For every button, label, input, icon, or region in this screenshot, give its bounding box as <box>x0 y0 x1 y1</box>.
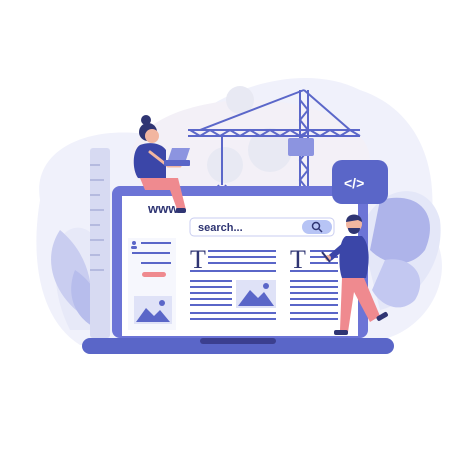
crane-cabin <box>288 138 314 156</box>
article-initial: T <box>290 245 306 274</box>
website-construction-illustration: www. search... T T </> <box>36 78 442 354</box>
mountain-image-icon <box>134 296 172 324</box>
ruler-icon <box>90 148 110 338</box>
mountain-image-icon <box>236 280 276 308</box>
search-placeholder: search... <box>198 222 243 234</box>
sidebar-button[interactable] <box>142 272 166 277</box>
code-brackets-icon: </> <box>344 175 364 191</box>
article-initial: T <box>190 245 206 274</box>
